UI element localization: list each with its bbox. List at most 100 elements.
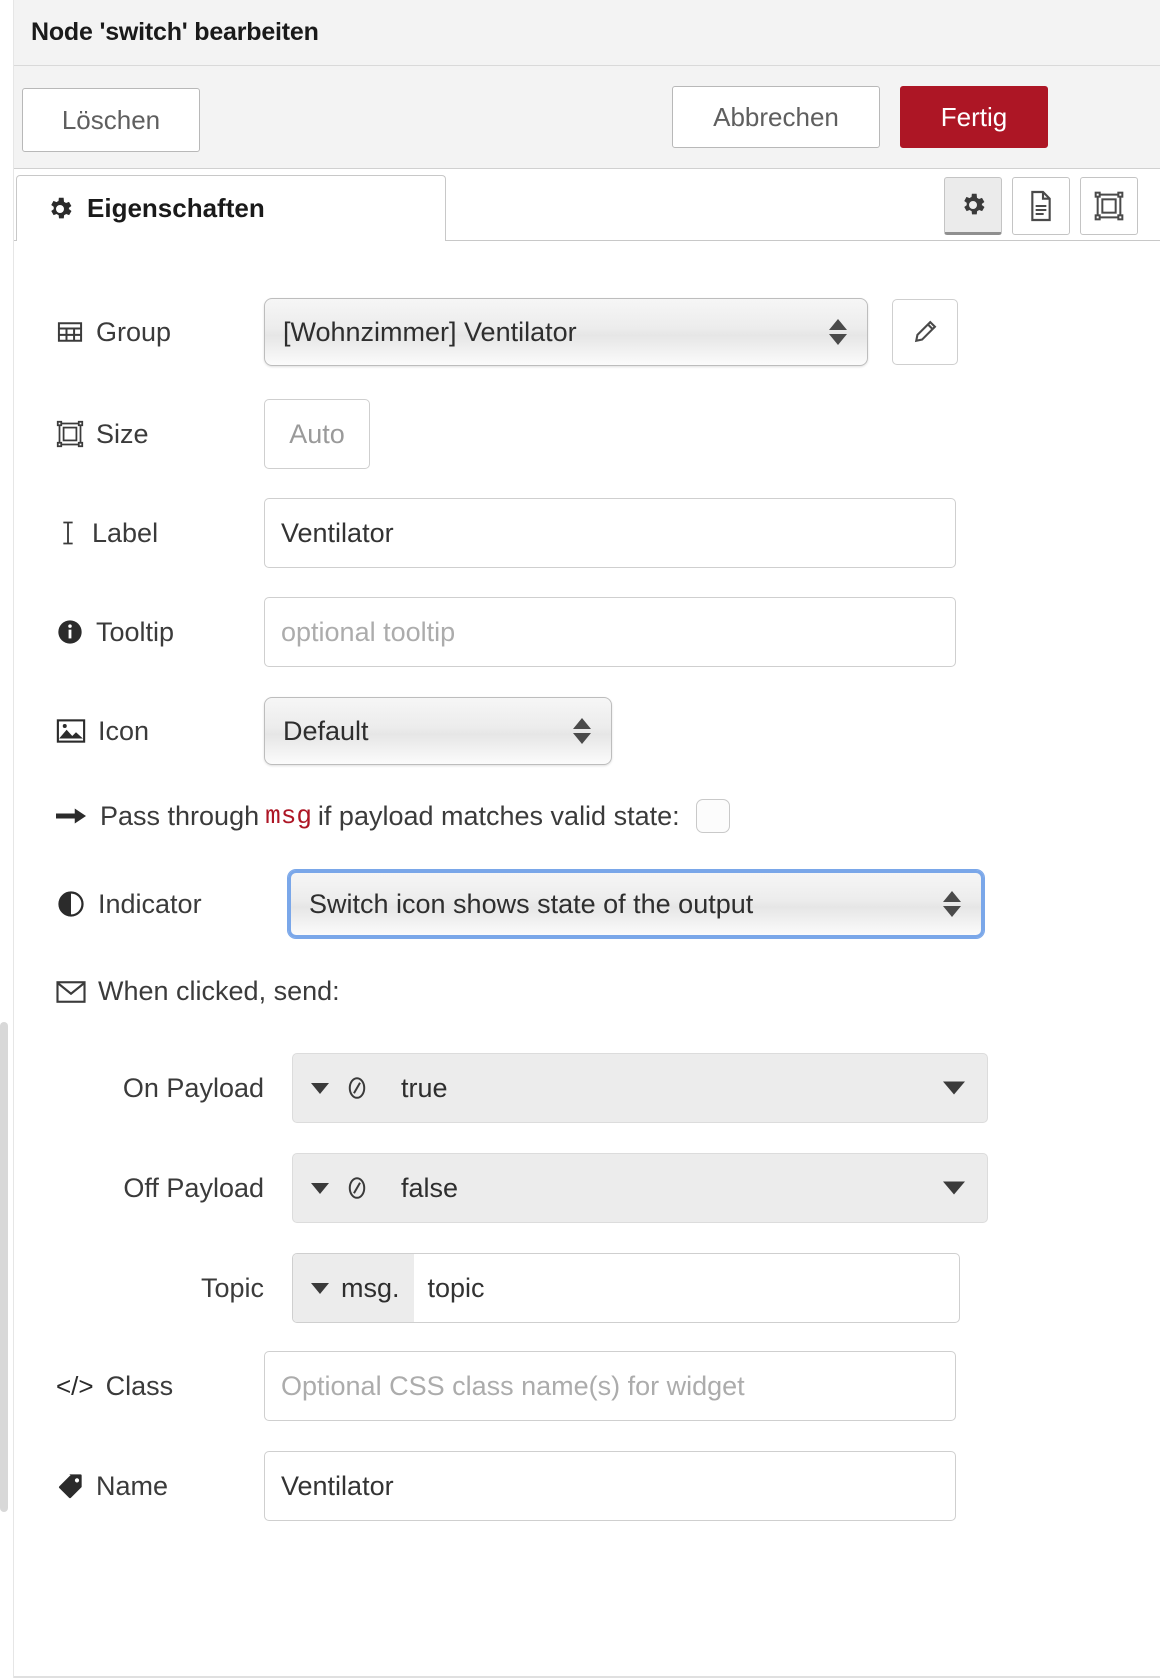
tooltip-input[interactable] <box>264 597 956 667</box>
description-icon-button[interactable] <box>1012 177 1070 235</box>
cancel-button[interactable]: Abbrechen <box>672 86 880 148</box>
info-icon <box>56 618 84 646</box>
indicator-label-cell: Indicator <box>14 889 264 920</box>
topic-label-cell: Topic <box>14 1273 278 1304</box>
panel-scrollbar[interactable] <box>0 1022 8 1512</box>
label-input[interactable] <box>264 498 956 568</box>
icon-label-cell: Icon <box>14 716 264 747</box>
row-tooltip: Tooltip <box>14 597 1160 667</box>
when-clicked-text: When clicked, send: <box>98 976 340 1006</box>
chevron-down-icon <box>311 1282 329 1294</box>
icon-select[interactable]: Default <box>264 697 612 765</box>
on-payload-label: On Payload <box>122 1072 264 1103</box>
group-label: Group <box>96 316 172 347</box>
contrast-icon <box>56 889 86 919</box>
row-off-payload: Off Payload false <box>14 1153 1160 1223</box>
row-indicator: Indicator Switch icon shows state of the… <box>14 870 1160 938</box>
class-input[interactable] <box>264 1351 956 1421</box>
tab-strip: Eigenschaften <box>14 169 1160 241</box>
name-input[interactable] <box>264 1451 956 1521</box>
pass-through-sentence: Pass through msg if payload matches vali… <box>14 799 730 833</box>
image-icon <box>56 718 86 744</box>
chevron-updown-icon <box>943 891 961 917</box>
tag-icon <box>56 1472 84 1500</box>
label-label: Label <box>92 517 159 548</box>
pass-through-text-before: Pass through <box>100 800 260 831</box>
done-button[interactable]: Fertig <box>900 86 1048 148</box>
indicator-label: Indicator <box>98 888 202 919</box>
row-pass-through: Pass through msg if payload matches vali… <box>14 799 1160 833</box>
pass-through-text-after: if payload matches valid state: <box>317 800 680 831</box>
icon-label: Icon <box>98 715 150 746</box>
indicator-select-value: Switch icon shows state of the output <box>309 888 754 919</box>
on-payload-input[interactable]: true <box>292 1053 988 1123</box>
row-name: Name <box>14 1451 1160 1521</box>
properties-icon-button[interactable] <box>944 177 1002 235</box>
table-icon <box>56 318 84 346</box>
label-label-cell: Label <box>14 518 264 549</box>
off-payload-type-button[interactable] <box>293 1154 387 1222</box>
off-payload-input[interactable]: false <box>292 1153 988 1223</box>
chevron-updown-icon <box>829 319 847 345</box>
properties-form: Group [Wohnzimmer] Ventilator Size Auto … <box>14 241 1160 1678</box>
row-label-field: Label <box>14 498 1160 568</box>
msg-code-token: msg <box>265 801 312 831</box>
off-payload-label-cell: Off Payload <box>14 1173 278 1204</box>
chevron-updown-icon <box>573 718 591 744</box>
when-clicked-heading: When clicked, send: <box>14 976 340 1007</box>
pass-through-checkbox[interactable] <box>695 799 730 833</box>
dialog-title-bar: Node 'switch' bearbeiten <box>14 0 1160 66</box>
resize-icon <box>56 420 84 448</box>
topic-label: Topic <box>200 1272 264 1303</box>
layout-icon <box>1093 190 1125 222</box>
class-label-cell: </> Class <box>14 1371 264 1402</box>
chevron-down-icon <box>311 1182 329 1194</box>
dialog-action-bar: Löschen Abbrechen Fertig <box>14 66 1160 169</box>
topic-prefix-text: msg. <box>341 1272 400 1303</box>
row-when-clicked: When clicked, send: <box>14 976 1160 1007</box>
tooltip-label-cell: Tooltip <box>14 617 264 648</box>
chevron-down-icon[interactable] <box>943 1081 965 1095</box>
tooltip-label: Tooltip <box>96 616 175 647</box>
pencil-icon <box>911 318 939 346</box>
class-label: Class <box>105 1370 174 1401</box>
name-label: Name <box>96 1470 169 1501</box>
group-label-cell: Group <box>14 317 264 348</box>
size-auto-button[interactable]: Auto <box>264 399 370 469</box>
on-payload-label-cell: On Payload <box>14 1073 278 1104</box>
topic-type-button[interactable]: msg. <box>293 1254 414 1322</box>
on-payload-type-button[interactable] <box>293 1054 387 1122</box>
name-label-cell: Name <box>14 1471 264 1502</box>
size-label: Size <box>96 418 149 449</box>
gear-icon <box>958 190 988 220</box>
tab-label: Eigenschaften <box>87 193 265 223</box>
arrow-right-icon <box>56 804 86 828</box>
row-size: Size Auto <box>14 399 1160 469</box>
boolean-icon <box>343 1074 371 1102</box>
row-on-payload: On Payload true <box>14 1053 1160 1123</box>
off-payload-value: false <box>401 1172 459 1203</box>
chevron-down-icon <box>311 1082 329 1094</box>
size-label-cell: Size <box>14 419 264 450</box>
off-payload-label: Off Payload <box>123 1172 264 1203</box>
appearance-icon-button[interactable] <box>1080 177 1138 235</box>
chevron-down-icon[interactable] <box>943 1181 965 1195</box>
page-title: Node 'switch' bearbeiten <box>31 18 319 46</box>
boolean-icon <box>343 1174 371 1202</box>
group-select[interactable]: [Wohnzimmer] Ventilator <box>264 298 868 366</box>
row-class: </> Class <box>14 1351 1160 1421</box>
envelope-icon <box>56 980 86 1004</box>
indicator-select[interactable]: Switch icon shows state of the output <box>288 870 984 938</box>
group-select-value: [Wohnzimmer] Ventilator <box>283 316 577 347</box>
tab-eigenschaften[interactable]: Eigenschaften <box>16 175 446 241</box>
code-icon: </> <box>56 1370 94 1401</box>
topic-value: topic <box>427 1272 485 1303</box>
on-payload-value: true <box>401 1072 448 1103</box>
text-cursor-icon <box>56 519 80 547</box>
group-edit-button[interactable] <box>892 299 958 365</box>
delete-button[interactable]: Löschen <box>22 88 200 152</box>
gear-icon <box>45 194 75 224</box>
topic-input[interactable]: msg. topic <box>292 1253 960 1323</box>
icon-select-value: Default <box>283 715 369 746</box>
row-topic: Topic msg. topic <box>14 1253 1160 1323</box>
